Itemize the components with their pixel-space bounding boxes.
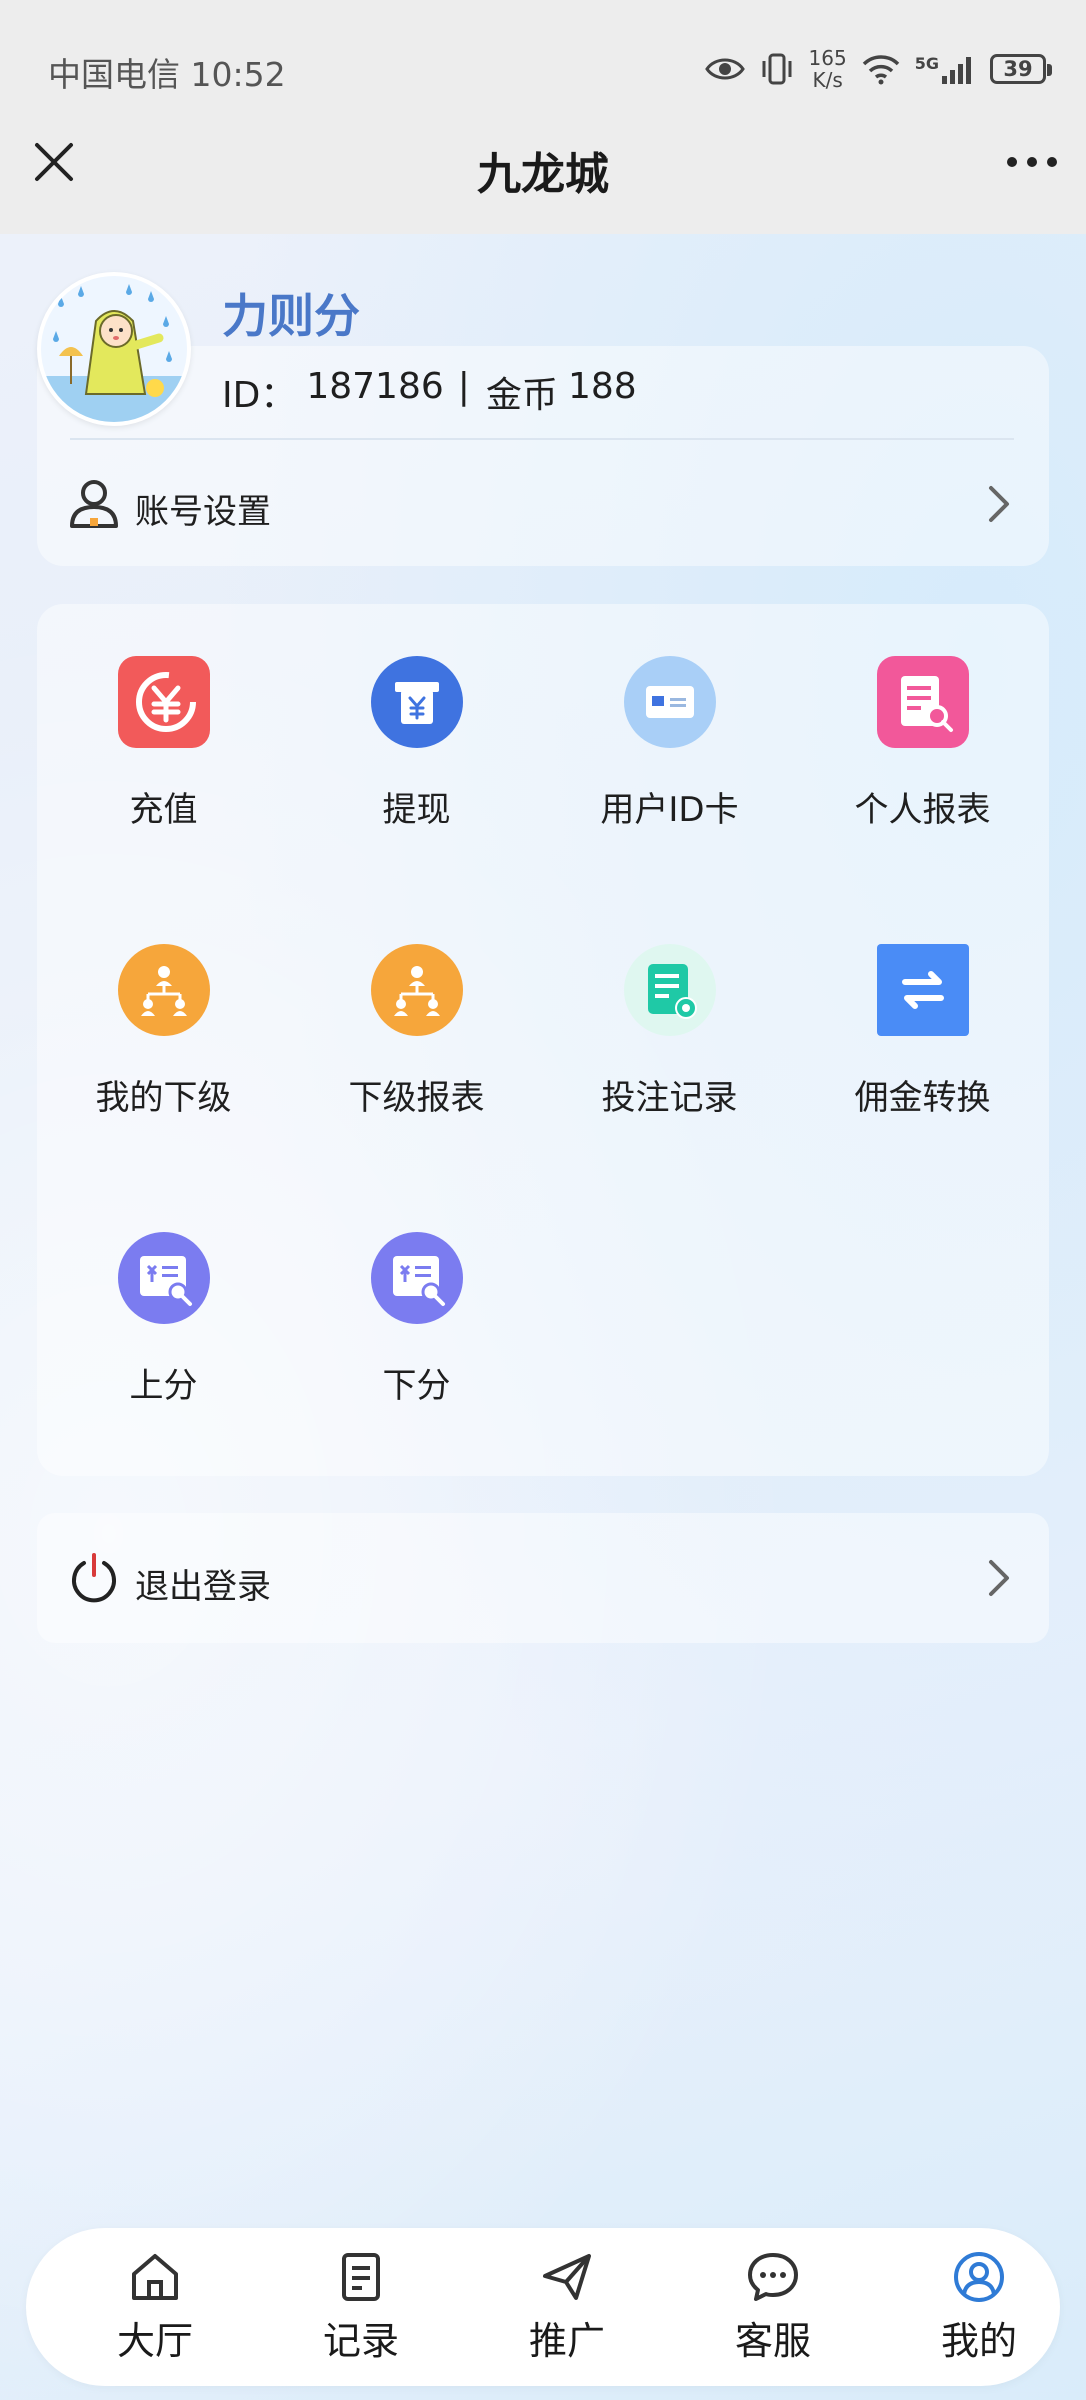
menu-item-recharge[interactable]: 充值: [37, 604, 290, 834]
avatar[interactable]: [37, 272, 191, 426]
carrier-time: 中国电信 10:52: [48, 55, 286, 94]
speed-value: 165: [808, 46, 847, 70]
menu-item-personal-report[interactable]: 个人报表: [796, 604, 1049, 834]
vibrate-icon: [762, 53, 792, 85]
record-icon: [342, 2253, 380, 2301]
more-icon: [1007, 157, 1057, 167]
nav-label: 客服: [734, 2319, 811, 2363]
menu-label: 佣金转换: [854, 1078, 991, 1118]
home-icon: [132, 2254, 178, 2300]
menu-label: 充值: [129, 790, 198, 830]
menu-item-bet-record[interactable]: 投注记录: [543, 892, 796, 1122]
coin-value: 188: [567, 366, 637, 407]
subordinate-report-icon: [370, 944, 463, 1036]
logout-row[interactable]: 退出登录: [37, 1513, 1049, 1643]
menu-label: 我的下级: [95, 1078, 232, 1118]
battery-icon: 39: [990, 54, 1052, 84]
menu-item-subordinate-report[interactable]: 下级报表: [290, 892, 543, 1122]
bottom-nav: 大厅 记录 推广 客服 我的: [26, 2228, 1060, 2386]
signal-icon: [942, 57, 971, 84]
recharge-icon: [117, 656, 210, 748]
bet-record-icon: [623, 944, 716, 1036]
logout-label: 退出登录: [135, 1567, 271, 1607]
title-bar: 九龙城: [0, 100, 1086, 234]
chevron-right-icon: [989, 1560, 1009, 1596]
status-icons: 165 K/s 5G 39: [704, 44, 1052, 94]
user-icon: [70, 480, 118, 528]
menu-item-add-points[interactable]: 上分: [37, 1180, 290, 1410]
more-button[interactable]: [1000, 130, 1064, 194]
chat-icon: [748, 2253, 798, 2301]
battery-level: 39: [1003, 57, 1033, 81]
add-points-icon: [117, 1232, 210, 1324]
profile-icon: [954, 2252, 1004, 2302]
nav-item-support[interactable]: 客服: [670, 2228, 876, 2386]
my-subordinates-icon: [117, 944, 210, 1036]
user-meta: ID： 187186 | 金币 188: [222, 366, 637, 418]
menu-label: 上分: [129, 1366, 198, 1406]
id-value: 187186: [306, 366, 444, 407]
menu-label: 提现: [382, 790, 451, 830]
menu-item-commission-convert[interactable]: 佣金转换: [796, 892, 1049, 1122]
nav-label: 记录: [322, 2319, 399, 2363]
network-speed: 165 K/s: [809, 47, 847, 91]
account-settings-label: 账号设置: [135, 492, 271, 532]
username: 力则分: [222, 289, 360, 343]
withdraw-icon: [370, 656, 463, 748]
remove-points-icon: [370, 1232, 463, 1324]
menu-label: 下分: [382, 1366, 451, 1406]
avatar-illustration-icon: [41, 276, 187, 422]
account-settings-row[interactable]: 账号设置: [37, 440, 1049, 566]
personal-report-icon: [876, 656, 969, 748]
nav-item-promote[interactable]: 推广: [464, 2228, 670, 2386]
nav-item-lobby[interactable]: 大厅: [52, 2228, 258, 2386]
menu-item-user-id-card[interactable]: 用户ID卡: [543, 604, 796, 834]
nav-item-mine[interactable]: 我的: [876, 2228, 1082, 2386]
id-label: ID：: [222, 375, 297, 416]
chevron-right-icon: [989, 486, 1009, 522]
menu-label: 个人报表: [854, 790, 991, 830]
menu-label: 投注记录: [601, 1078, 738, 1118]
menu-item-my-subordinates[interactable]: 我的下级: [37, 892, 290, 1122]
page-title: 九龙城: [477, 149, 609, 200]
nav-label: 大厅: [116, 2319, 193, 2363]
nav-item-records[interactable]: 记录: [258, 2228, 464, 2386]
power-icon: [72, 1553, 116, 1603]
nav-label: 我的: [940, 2319, 1017, 2363]
eye-icon: [704, 58, 745, 80]
coin-label: 金币: [485, 375, 558, 416]
network-type: 5G: [914, 54, 939, 73]
menu-item-withdraw[interactable]: 提现: [290, 604, 543, 834]
menu-label: 下级报表: [348, 1078, 485, 1118]
nav-label: 推广: [528, 2319, 605, 2363]
meta-separator: |: [457, 366, 470, 407]
menu-label: 用户ID卡: [600, 790, 739, 830]
id-card-icon: [623, 656, 716, 748]
speed-unit: K/s: [812, 68, 843, 92]
commission-convert-icon: [876, 944, 969, 1036]
wifi-icon: [862, 55, 899, 85]
menu-item-remove-points[interactable]: 下分: [290, 1180, 543, 1410]
send-icon: [543, 2254, 591, 2300]
feature-grid: 充值 提现 用户ID卡 个人报表 我的下级 下级报表 投注记录 佣金转换 上分 …: [37, 604, 1049, 1476]
